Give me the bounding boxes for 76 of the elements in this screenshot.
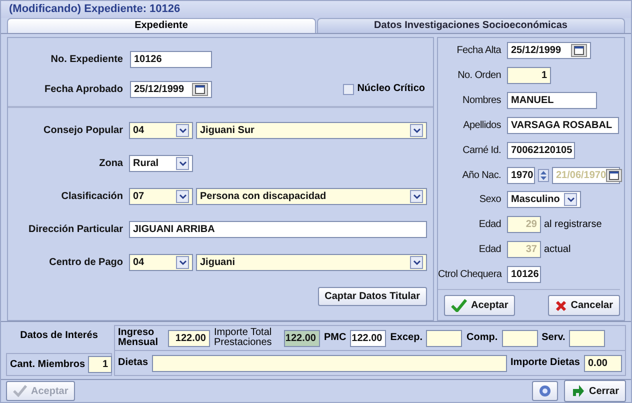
field-label: Clasificación (60, 191, 124, 202)
dropdown[interactable]: Persona con discapacidad (196, 188, 427, 205)
field-label: No. Expediente (50, 54, 124, 64)
readonly-field: 37 (507, 241, 541, 258)
input-field[interactable]: 122.00 (350, 330, 386, 346)
exit-arrow-icon (570, 384, 585, 398)
close-button[interactable]: Cerrar (564, 380, 626, 402)
checkmark-icon (451, 299, 467, 312)
input-field[interactable]: 10126 (507, 266, 541, 284)
tab[interactable]: Datos Investigaciones Socioeconómicas (316, 18, 625, 33)
input-field[interactable]: MANUEL (507, 92, 597, 109)
input-field[interactable] (569, 330, 606, 346)
input-field[interactable] (426, 330, 462, 346)
field-label: Fecha Aprobado (43, 84, 124, 94)
checkbox-label: Núcleo Crítico (357, 84, 425, 94)
field-label: Fecha Alta (456, 45, 502, 56)
field-label: Serv. (542, 333, 566, 343)
field-label: Dietas (118, 358, 148, 368)
dropdown[interactable]: Jiguani (196, 254, 427, 271)
window-title: (Modificando) Expediente: 10126 (1, 1, 631, 18)
field-label: Sexo (478, 194, 502, 206)
input-field[interactable]: JIGUANI ARRIBA (129, 221, 427, 238)
field-label: PMC (324, 333, 346, 343)
field-label: Año Nac. (461, 170, 502, 181)
field-label: Zona (98, 158, 124, 169)
input-field[interactable] (502, 330, 538, 346)
accept-button[interactable]: Aceptar (444, 295, 516, 316)
info-button[interactable] (532, 381, 558, 401)
input-field[interactable]: 1 (507, 66, 551, 84)
calendar-icon[interactable] (571, 44, 587, 57)
readonly-field: 29 (507, 216, 541, 234)
field-label: Centro de Pago (48, 257, 124, 268)
field-suffix: actual (544, 244, 571, 255)
date-field[interactable]: 25/12/1999 (507, 42, 591, 59)
calendar-icon[interactable] (606, 168, 622, 182)
field-label: Importe Dietas (510, 358, 580, 368)
field-label: Comp. (466, 333, 498, 343)
checkbox[interactable] (343, 84, 354, 94)
field-suffix: al registrarse (544, 220, 602, 230)
field-label: Ingreso Mensual (118, 328, 160, 348)
dropdown[interactable]: Jiguani Sur (196, 122, 427, 139)
dropdown[interactable]: Rural (129, 155, 193, 172)
field-label: Edad (478, 219, 502, 230)
section-title: Datos de Interés (19, 329, 99, 341)
input-field[interactable]: 122.00 (168, 330, 210, 346)
field-label: Cant. Miembros (10, 360, 86, 370)
year-field[interactable]: 1970 (507, 166, 535, 184)
field-label: Dirección Particular (28, 224, 124, 235)
input-field[interactable] (152, 354, 507, 372)
tab[interactable]: Expediente (7, 18, 316, 33)
field-label: Carné Id. (462, 144, 502, 156)
dropdown[interactable]: Masculino (507, 191, 581, 208)
input-field[interactable]: VARSAGA ROSABAL (507, 116, 619, 134)
input-field[interactable]: 10126 (130, 50, 212, 68)
checkmark-icon (13, 385, 27, 397)
field-label: Apellidos (462, 120, 502, 131)
date-field[interactable]: 25/12/1999 (130, 80, 212, 98)
spinner-icon[interactable] (538, 168, 549, 182)
capture-button[interactable]: Captar Datos Titular (318, 287, 427, 306)
field-label: Nombres (462, 94, 502, 106)
input-field[interactable]: 1 (88, 356, 112, 373)
input-field[interactable]: 0.00 (584, 354, 622, 372)
field-label: Consejo Popular (42, 125, 124, 136)
field-label: Excep. (390, 333, 422, 343)
cancel-button[interactable]: Cancelar (548, 295, 620, 316)
field-label: Ctrol Chequera (438, 269, 503, 280)
field-label: Importe Total Prestaciones (214, 328, 273, 348)
dropdown[interactable]: 07 (129, 188, 193, 205)
close-icon (554, 300, 567, 312)
input-field: 122.00 (284, 330, 320, 346)
calendar-icon[interactable] (192, 82, 208, 96)
dropdown[interactable]: 04 (129, 254, 193, 271)
field-label: Edad (478, 244, 502, 256)
input-field[interactable]: 70062120105 (507, 142, 575, 159)
dropdown[interactable]: 04 (129, 122, 193, 139)
field-label: No. Orden (456, 70, 502, 81)
